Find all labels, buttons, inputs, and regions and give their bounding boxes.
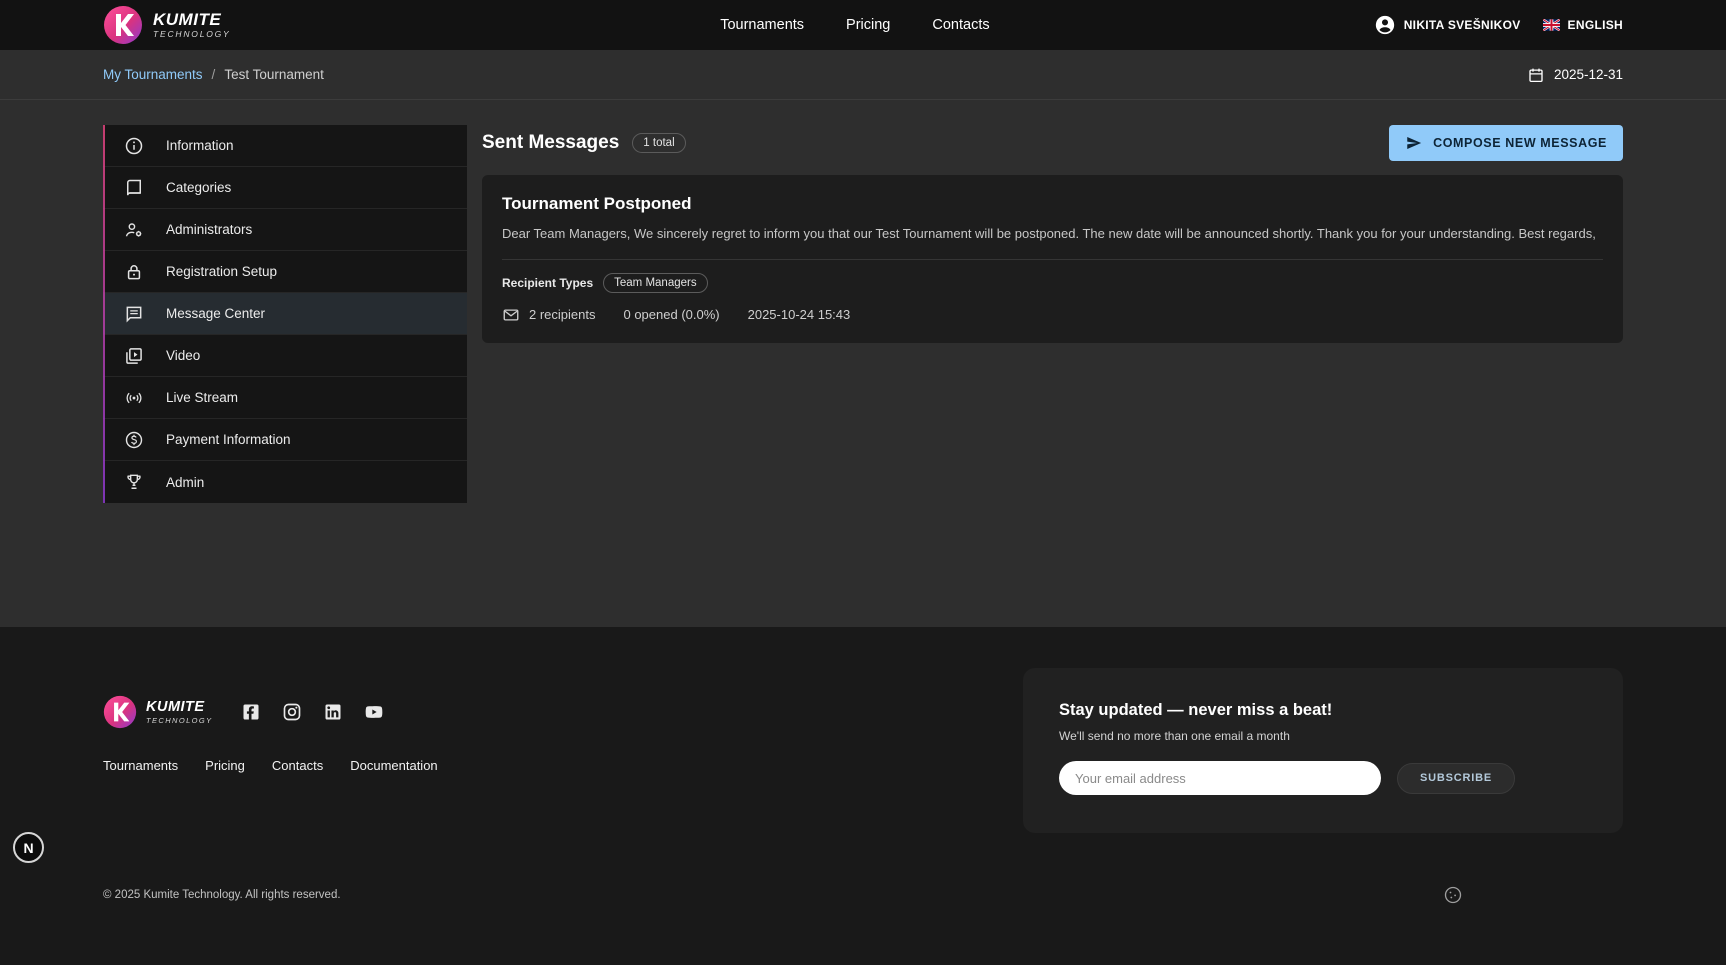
newsletter-subtitle: We'll send no more than one email a mont… (1059, 729, 1587, 743)
sidebar-item-label: Information (166, 138, 234, 153)
recipient-types-label: Recipient Types (502, 276, 593, 290)
message-body: Dear Team Managers, We sincerely regret … (502, 225, 1603, 244)
message-center-content: Sent Messages 1 total COMPOSE NEW MESSAG… (482, 125, 1623, 503)
sidebar-item-live-stream[interactable]: Live Stream (103, 377, 467, 419)
brand-subtitle: TECHNOLOGY (153, 30, 231, 39)
broadcast-icon (124, 388, 144, 408)
breadcrumb-my-tournaments[interactable]: My Tournaments (103, 67, 203, 82)
social-links (241, 702, 384, 722)
language-label: ENGLISH (1568, 18, 1623, 32)
sidebar-item-administrators[interactable]: Administrators (103, 209, 467, 251)
footer-brand-title: KUMITE (146, 700, 213, 715)
breadcrumb-separator: / (212, 67, 216, 82)
page-main: Information Categories Administrators (0, 100, 1726, 627)
sent-timestamp: 2025-10-24 15:43 (748, 307, 851, 322)
card-divider (502, 259, 1603, 260)
sidebar-item-message-center[interactable]: Message Center (103, 293, 467, 335)
breadcrumb-current: Test Tournament (224, 67, 324, 82)
tournament-date-value: 2025-12-31 (1554, 67, 1623, 82)
newsletter-title: Stay updated — never miss a beat! (1059, 701, 1587, 720)
sidebar-item-label: Live Stream (166, 390, 238, 405)
subscribe-button[interactable]: SUBSCRIBE (1397, 763, 1515, 794)
footer-brand-logo[interactable]: KUMITE TECHNOLOGY (103, 695, 213, 729)
brand-logo[interactable]: KUMITE TECHNOLOGY (103, 5, 231, 45)
sidebar-item-label: Message Center (166, 306, 265, 321)
trophy-icon (124, 472, 144, 492)
sidebar-item-label: Admin (166, 475, 204, 490)
cookie-settings-icon[interactable] (1443, 885, 1463, 905)
top-header: KUMITE TECHNOLOGY Tournaments Pricing Co… (0, 0, 1726, 50)
info-icon (124, 136, 144, 156)
user-menu[interactable]: NIKITA SVEŠNIKOV (1374, 14, 1521, 36)
sidebar-item-label: Video (166, 348, 200, 363)
youtube-icon[interactable] (364, 702, 384, 722)
kumite-logo-icon (103, 5, 143, 45)
lock-icon (124, 262, 144, 282)
footer-link-pricing[interactable]: Pricing (205, 758, 245, 773)
dollar-icon (124, 430, 144, 450)
uk-flag-icon (1543, 19, 1560, 31)
account-icon (1374, 14, 1396, 36)
user-name: NIKITA SVEŠNIKOV (1404, 18, 1521, 32)
footer-link-tournaments[interactable]: Tournaments (103, 758, 178, 773)
footer-link-documentation[interactable]: Documentation (350, 758, 437, 773)
breadcrumb-bar: My Tournaments / Test Tournament 2025-12… (0, 50, 1726, 100)
sidebar-item-registration-setup[interactable]: Registration Setup (103, 251, 467, 293)
sidebar-item-label: Registration Setup (166, 264, 277, 279)
email-input[interactable] (1059, 761, 1381, 795)
sidebar-item-information[interactable]: Information (103, 125, 467, 167)
compose-new-message-button[interactable]: COMPOSE NEW MESSAGE (1389, 125, 1623, 161)
copyright-text: © 2025 Kumite Technology. All rights res… (103, 889, 341, 901)
nav-pricing[interactable]: Pricing (846, 17, 890, 33)
accessibility-widget-button[interactable]: N (13, 832, 44, 863)
recipients-count-value: 2 recipients (529, 307, 595, 322)
message-title: Tournament Postponed (502, 194, 1603, 214)
calendar-icon (1527, 66, 1545, 84)
chat-icon (124, 304, 144, 324)
total-badge: 1 total (632, 133, 685, 153)
footer-brand-subtitle: TECHNOLOGY (146, 717, 213, 725)
video-library-icon (124, 346, 144, 366)
manage-accounts-icon (124, 220, 144, 240)
opened-stat: 0 opened (0.0%) (623, 307, 719, 322)
kumite-logo-icon (103, 695, 137, 729)
sidebar-item-admin[interactable]: Admin (103, 461, 467, 503)
tournament-date: 2025-12-31 (1527, 66, 1623, 84)
sidebar-item-label: Categories (166, 180, 231, 195)
instagram-icon[interactable] (282, 702, 302, 722)
compose-button-label: COMPOSE NEW MESSAGE (1433, 136, 1607, 150)
page-footer: KUMITE TECHNOLOGY (0, 627, 1726, 965)
footer-link-contacts[interactable]: Contacts (272, 758, 323, 773)
nav-contacts[interactable]: Contacts (932, 17, 989, 33)
recipient-type-chip: Team Managers (603, 273, 707, 293)
page-title: Sent Messages (482, 132, 619, 154)
footer-nav: Tournaments Pricing Contacts Documentati… (103, 758, 438, 773)
language-selector[interactable]: ENGLISH (1543, 18, 1623, 32)
recipients-count: 2 recipients (502, 306, 595, 324)
facebook-icon[interactable] (241, 702, 261, 722)
newsletter-card: Stay updated — never miss a beat! We'll … (1023, 668, 1623, 833)
brand-title: KUMITE (153, 11, 231, 28)
sent-message-card[interactable]: Tournament Postponed Dear Team Managers,… (482, 175, 1623, 343)
main-nav: Tournaments Pricing Contacts (720, 17, 989, 33)
sidebar-item-label: Administrators (166, 222, 252, 237)
send-icon (1405, 134, 1423, 152)
sidebar-item-categories[interactable]: Categories (103, 167, 467, 209)
mail-icon (502, 306, 520, 324)
sidebar-item-payment-information[interactable]: Payment Information (103, 419, 467, 461)
nav-tournaments[interactable]: Tournaments (720, 17, 804, 33)
sidebar-item-video[interactable]: Video (103, 335, 467, 377)
tournament-sidebar: Information Categories Administrators (103, 125, 467, 503)
book-icon (124, 178, 144, 198)
sidebar-item-label: Payment Information (166, 432, 291, 447)
linkedin-icon[interactable] (323, 702, 343, 722)
